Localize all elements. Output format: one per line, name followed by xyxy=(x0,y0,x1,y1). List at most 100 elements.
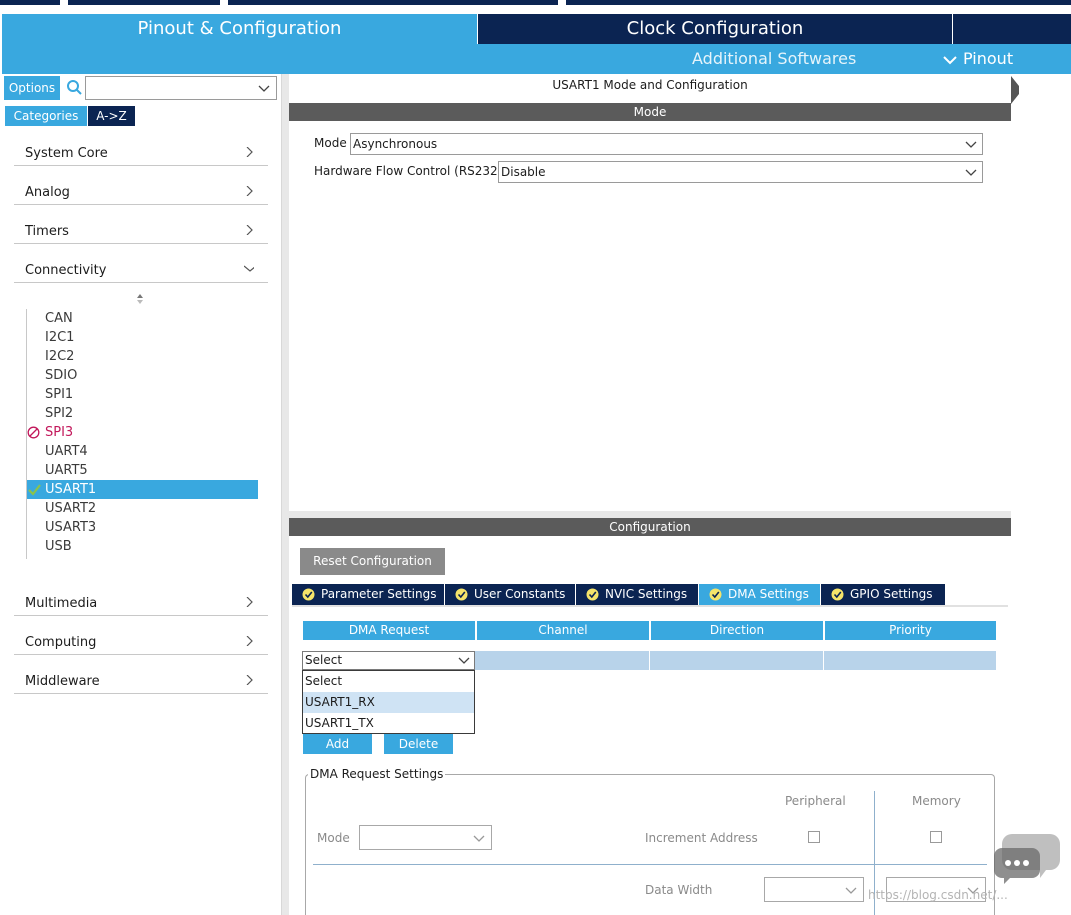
mode-select[interactable]: Asynchronous xyxy=(350,133,983,155)
dma-request-select[interactable]: Select xyxy=(302,651,475,670)
flow-control-label: Hardware Flow Control (RS232) xyxy=(314,164,503,178)
tab-parameter-settings[interactable]: Parameter Settings xyxy=(292,584,444,605)
chevron-down-icon xyxy=(965,141,977,148)
flow-control-value: Disable xyxy=(501,165,546,179)
peripheral-spi3[interactable]: SPI3 xyxy=(27,423,258,442)
chevron-right-icon xyxy=(246,636,253,646)
peripheral-increment-checkbox[interactable] xyxy=(808,831,820,843)
peripheral-uart4[interactable]: UART4 xyxy=(27,442,258,461)
mode-section-header: Mode xyxy=(289,103,1011,121)
category-connectivity[interactable]: Connectivity xyxy=(14,246,268,283)
mode-label: Mode xyxy=(314,136,347,150)
peripheral-uart5[interactable]: UART5 xyxy=(27,461,258,480)
dma-mode-select[interactable] xyxy=(359,825,492,850)
table-cell-direction[interactable] xyxy=(650,651,823,670)
category-label: Connectivity xyxy=(25,263,107,278)
memory-header: Memory xyxy=(912,794,961,808)
category-label: Computing xyxy=(25,635,97,650)
peripheral-usart3[interactable]: USART3 xyxy=(27,518,258,537)
tab-underline xyxy=(292,605,1008,607)
options-button[interactable]: Options xyxy=(4,76,60,100)
dma-request-dropdown: Select USART1_RX USART1_TX xyxy=(302,670,475,734)
check-icon xyxy=(28,484,41,496)
peripheral-usart1[interactable]: USART1 xyxy=(27,480,258,499)
peripheral-i2c1[interactable]: I2C1 xyxy=(27,328,258,347)
category-middleware[interactable]: Middleware xyxy=(14,657,268,694)
peripheral-header: Peripheral xyxy=(785,794,846,808)
column-header-dma-request[interactable]: DMA Request xyxy=(303,621,475,640)
dropdown-option-usart1-rx[interactable]: USART1_RX xyxy=(303,692,474,713)
top-strip xyxy=(0,0,1071,14)
sort-arrows-icon[interactable] xyxy=(134,293,146,305)
check-circle-icon xyxy=(709,588,722,601)
table-cell-channel[interactable] xyxy=(475,651,649,670)
pinout-menu[interactable]: Pinout xyxy=(943,44,1013,74)
panel-divider[interactable] xyxy=(289,511,1011,518)
peripheral-spi1[interactable]: SPI1 xyxy=(27,385,258,404)
configuration-section-header: Configuration xyxy=(289,518,1011,536)
panel-splitter[interactable] xyxy=(282,74,289,915)
peripheral-spi2[interactable]: SPI2 xyxy=(27,404,258,423)
category-analog[interactable]: Analog xyxy=(14,168,268,205)
peripheral-data-width-select[interactable] xyxy=(764,877,864,902)
column-header-priority[interactable]: Priority xyxy=(825,621,996,640)
additional-softwares-menu[interactable]: Additional Softwares xyxy=(692,44,856,74)
tab-user-constants[interactable]: User Constants xyxy=(445,584,575,605)
chevron-right-icon xyxy=(246,597,253,607)
category-label: Timers xyxy=(25,224,69,239)
table-cell-priority[interactable] xyxy=(824,651,996,670)
panel-title: USART1 Mode and Configuration xyxy=(552,78,748,92)
mode-setting-label: Mode xyxy=(317,831,350,845)
chevron-down-icon xyxy=(473,835,485,842)
check-circle-icon xyxy=(586,588,599,601)
tab-clock-configuration[interactable]: Clock Configuration xyxy=(478,14,952,44)
reset-configuration-button[interactable]: Reset Configuration xyxy=(300,548,445,575)
category-system-core[interactable]: System Core xyxy=(14,129,268,166)
category-multimedia[interactable]: Multimedia xyxy=(14,579,268,616)
collapse-arrow-icon[interactable] xyxy=(1011,76,1019,104)
row-divider xyxy=(313,864,987,865)
column-header-channel[interactable]: Channel xyxy=(477,621,649,640)
dropdown-option-usart1-tx[interactable]: USART1_TX xyxy=(303,713,474,734)
categories-toggle[interactable]: Categories xyxy=(5,106,87,126)
peripheral-sdio[interactable]: SDIO xyxy=(27,366,258,385)
chevron-down-icon xyxy=(244,265,254,272)
watermark-text: https://blog.csdn.net/... xyxy=(868,888,1008,902)
category-timers[interactable]: Timers xyxy=(14,207,268,244)
search-input[interactable] xyxy=(85,76,277,100)
check-circle-icon xyxy=(831,588,844,601)
chat-bubble-icon xyxy=(990,830,1064,886)
peripheral-can[interactable]: CAN xyxy=(27,309,258,328)
category-label: Multimedia xyxy=(25,596,98,611)
category-label: Analog xyxy=(25,185,70,200)
chevron-right-icon xyxy=(246,147,253,157)
az-toggle[interactable]: A->Z xyxy=(88,106,135,126)
peripheral-list: CAN I2C1 I2C2 SDIO SPI1 SPI2 SPI3 UART4 … xyxy=(26,309,258,559)
chevron-right-icon xyxy=(246,186,253,196)
chevron-down-icon xyxy=(965,169,977,176)
sub-toolbar xyxy=(2,44,1071,74)
check-circle-icon xyxy=(302,588,315,601)
chevron-down-icon xyxy=(943,55,957,64)
dma-request-settings-legend: DMA Request Settings xyxy=(308,767,446,781)
peripheral-i2c2[interactable]: I2C2 xyxy=(27,347,258,366)
flow-control-select[interactable]: Disable xyxy=(498,161,983,183)
peripheral-usb[interactable]: USB xyxy=(27,537,258,556)
category-computing[interactable]: Computing xyxy=(14,618,268,655)
search-icon[interactable] xyxy=(66,78,84,98)
tab-nvic-settings[interactable]: NVIC Settings xyxy=(576,584,698,605)
category-label: Middleware xyxy=(25,674,100,689)
column-header-direction[interactable]: Direction xyxy=(651,621,823,640)
tab-dma-settings[interactable]: DMA Settings xyxy=(699,584,820,605)
add-button[interactable]: Add xyxy=(303,734,372,754)
chevron-down-icon xyxy=(258,85,270,92)
peripheral-usart2[interactable]: USART2 xyxy=(27,499,258,518)
dropdown-option-select[interactable]: Select xyxy=(303,671,474,692)
memory-increment-checkbox[interactable] xyxy=(930,831,942,843)
tab-gpio-settings[interactable]: GPIO Settings xyxy=(821,584,945,605)
delete-button[interactable]: Delete xyxy=(384,734,453,754)
tab-pinout-configuration[interactable]: Pinout & Configuration xyxy=(2,14,477,44)
tab-extra[interactable] xyxy=(953,14,1071,44)
mode-value: Asynchronous xyxy=(353,137,438,151)
pinout-menu-label: Pinout xyxy=(963,49,1014,68)
